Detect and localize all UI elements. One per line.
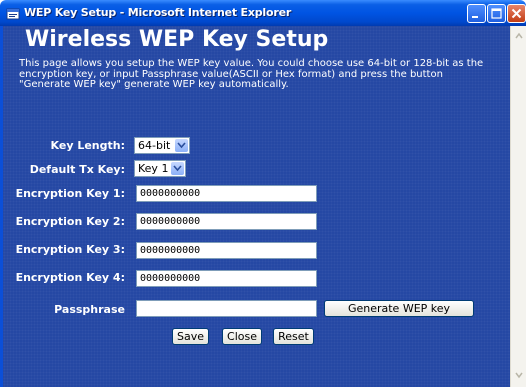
close-icon	[511, 8, 522, 19]
scroll-up-icon[interactable]	[515, 32, 523, 40]
default-tx-key-label: Default Tx Key:	[29, 163, 125, 176]
minimize-button[interactable]	[467, 4, 486, 23]
encryption-key-1-label: Encryption Key 1:	[15, 187, 125, 200]
encryption-key-2-input[interactable]: 0000000000	[136, 213, 317, 230]
default-tx-key-select[interactable]: Key 1	[134, 160, 186, 177]
encryption-key-4-label: Encryption Key 4:	[15, 271, 125, 284]
encryption-key-2-label: Encryption Key 2:	[15, 215, 125, 228]
page-title: Wireless WEP Key Setup	[25, 27, 329, 52]
encryption-key-3-input[interactable]: 0000000000	[136, 242, 317, 259]
key-length-label: Key Length:	[50, 139, 125, 152]
encryption-key-3-label: Encryption Key 3:	[15, 243, 125, 256]
encryption-key-4-input[interactable]: 0000000000	[136, 270, 317, 287]
default-tx-key-value: Key 1	[138, 162, 169, 175]
chevron-down-icon	[171, 162, 184, 175]
close-window-button[interactable]	[507, 4, 526, 23]
vertical-scrollbar[interactable]	[510, 26, 526, 387]
reset-button[interactable]: Reset	[273, 328, 314, 345]
scroll-down-icon[interactable]	[515, 371, 523, 379]
chevron-down-icon	[175, 139, 188, 152]
maximize-icon	[491, 8, 502, 19]
window-title-bar[interactable]: WEP Key Setup - Microsoft Internet Explo…	[0, 0, 526, 26]
page-description: This page allows you setup the WEP key v…	[19, 58, 484, 90]
minimize-icon	[472, 16, 478, 18]
save-button[interactable]: Save	[172, 328, 209, 345]
maximize-button[interactable]	[487, 4, 506, 23]
key-length-value: 64-bit	[138, 139, 171, 152]
generate-wep-key-button[interactable]: Generate WEP key	[324, 300, 474, 317]
close-button[interactable]: Close	[222, 328, 262, 345]
window-title: WEP Key Setup - Microsoft Internet Explo…	[24, 6, 292, 19]
key-length-select[interactable]: 64-bit	[134, 137, 190, 154]
passphrase-input[interactable]	[136, 300, 317, 317]
encryption-key-1-input[interactable]: 0000000000	[136, 185, 317, 202]
passphrase-label: Passphrase	[54, 303, 125, 316]
internet-explorer-icon	[6, 6, 20, 20]
